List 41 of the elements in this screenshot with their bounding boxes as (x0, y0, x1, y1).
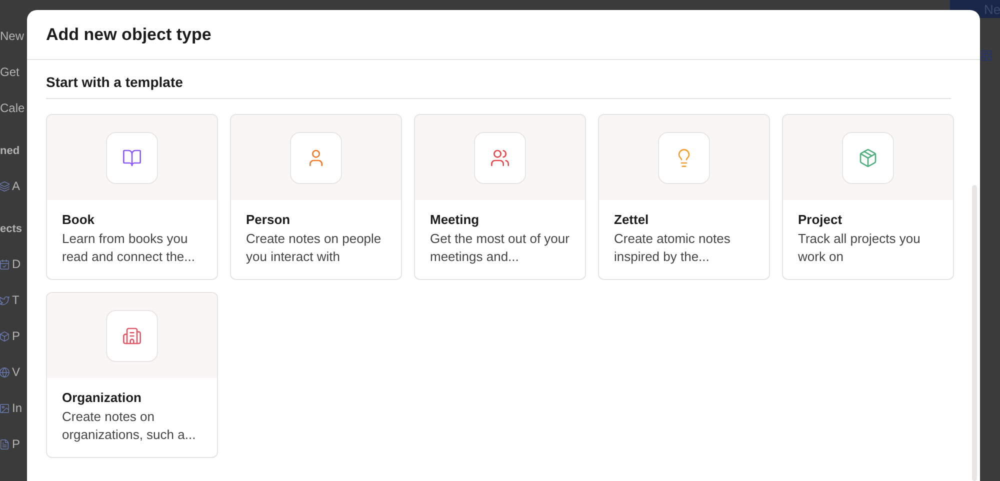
grid-icon[interactable] (980, 49, 993, 62)
sidebar-item-icon (0, 366, 10, 378)
sidebar-item[interactable]: New (0, 29, 24, 43)
template-title: Organization (62, 390, 142, 405)
sidebar-item-icon (0, 438, 10, 450)
sidebar-heading: ned (0, 145, 20, 157)
template-title: Zettel (614, 212, 650, 227)
sidebar-item-icon (0, 180, 10, 192)
template-description: Create notes on people you interact with (246, 230, 382, 266)
sidebar-item-icon (0, 330, 10, 342)
template-title: Meeting (430, 212, 480, 227)
template-description: Learn from books you read and connect the... (62, 230, 196, 266)
template-description: Create atomic notes inspired by the... (614, 230, 732, 266)
sidebar-item-icon (0, 258, 10, 270)
template-description: Create notes on organizations, such a... (62, 408, 197, 444)
scrollbar[interactable] (972, 185, 977, 481)
sidebar-item[interactable]: T (12, 293, 20, 307)
sidebar-item[interactable]: In (12, 401, 22, 415)
template-title: Project (798, 212, 844, 227)
template-card[interactable]: Project Track all projects you work on (782, 114, 954, 280)
sidebar-heading: ects (0, 223, 22, 235)
template-description: Track all projects you work on (798, 230, 922, 266)
template-title: Book (62, 212, 96, 227)
template-card[interactable]: Meeting Get the most out of your meetings and... (414, 114, 586, 280)
sidebar-item[interactable]: P (12, 329, 20, 343)
sidebar-item-icon (0, 402, 10, 414)
sidebar-item[interactable]: V (12, 365, 20, 379)
sidebar-item-icon (0, 294, 10, 306)
dialog-title: Add new object type (46, 24, 212, 44)
sidebar-item[interactable]: Cale (0, 101, 25, 115)
template-card[interactable]: Zettel Create atomic notes inspired by the... (598, 114, 770, 280)
template-card[interactable]: Organization Create notes on organizations, such a... (46, 292, 218, 458)
section-title: Start with a template (46, 74, 951, 99)
template-title: Person (246, 212, 292, 227)
template-description: Get the most out of your meetings and... (430, 230, 570, 266)
template-card[interactable]: Book Learn from books you read and connect the... (46, 114, 218, 280)
sidebar-item[interactable]: D (12, 257, 21, 271)
sidebar-item[interactable]: A (12, 179, 20, 193)
template-card[interactable]: Person Create notes on people you interact with (230, 114, 402, 280)
sidebar-item[interactable]: P (12, 437, 20, 451)
sidebar-item[interactable]: Get (0, 65, 20, 79)
